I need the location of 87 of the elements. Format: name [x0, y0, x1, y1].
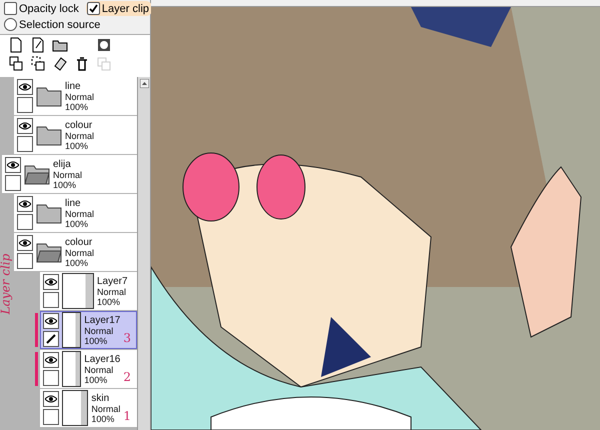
lock-toggle[interactable]: [43, 292, 59, 308]
option-control[interactable]: Opacity lock: [3, 1, 82, 16]
option-control[interactable]: Layer clip: [86, 1, 152, 16]
layer-row[interactable]: line Normal 100%: [14, 77, 137, 115]
eye-icon: [19, 200, 31, 208]
lock-toggle[interactable]: [5, 175, 21, 191]
blend-mode: Normal: [53, 170, 82, 180]
blend-mode: Normal: [65, 92, 94, 102]
folder-icon: [24, 163, 50, 185]
layer-opacity: 100%: [65, 102, 88, 112]
transfer-down-icon[interactable]: [8, 56, 24, 72]
eye-icon: [45, 395, 57, 403]
eraser-icon[interactable]: [52, 56, 68, 72]
eye-icon: [19, 239, 31, 247]
layer-name: line: [65, 80, 81, 92]
layer-name: colour: [65, 236, 92, 248]
layer-opacity: 100%: [65, 258, 88, 268]
layer-thumbnail: [62, 390, 88, 426]
visibility-toggle[interactable]: [43, 391, 59, 407]
visibility-toggle[interactable]: [17, 118, 33, 134]
checkmark-icon: [88, 4, 98, 13]
layer-opacity: 100%: [91, 414, 114, 424]
layer-name: Layer7: [97, 276, 128, 286]
merge-down-icon[interactable]: [30, 56, 46, 72]
lock-toggle[interactable]: [17, 136, 33, 152]
layer-name: Layer16: [84, 354, 120, 364]
handwritten-number: 1: [123, 409, 131, 423]
option-control[interactable]: Selection source: [3, 17, 104, 32]
new-layer-icon[interactable]: [8, 37, 24, 53]
pen-icon: [46, 334, 56, 344]
layer-row[interactable]: Layer7 Normal 100%: [40, 272, 137, 310]
mask-icon[interactable]: [96, 37, 112, 53]
scrollbar[interactable]: [137, 77, 150, 430]
eye-icon: [45, 278, 57, 286]
layer-name: line: [65, 198, 81, 208]
folder-icon: [36, 85, 62, 107]
lock-toggle[interactable]: [43, 370, 59, 386]
handwritten-number: 3: [123, 331, 131, 345]
layer-opacity: 100%: [65, 218, 88, 228]
layer-opacity: 100%: [84, 374, 108, 384]
layer-row[interactable]: elija Normal 100%: [2, 155, 137, 193]
eye-icon: [19, 83, 31, 91]
new-linework-icon[interactable]: [30, 37, 46, 53]
layer-thumbnail: [62, 312, 82, 348]
visibility-toggle[interactable]: [17, 235, 33, 251]
visibility-toggle[interactable]: [43, 313, 59, 329]
visibility-toggle[interactable]: [17, 196, 33, 212]
layer-opacity: 100%: [53, 180, 76, 190]
blend-mode: Normal: [65, 208, 94, 218]
layer-opacity: 100%: [84, 336, 108, 346]
lock-toggle[interactable]: [17, 97, 33, 113]
folder-icon: [36, 202, 62, 224]
blend-mode: Normal: [84, 364, 114, 374]
layer-row[interactable]: colour Normal 100%: [14, 233, 137, 271]
layer-row[interactable]: line Normal 100%: [14, 194, 137, 232]
eye-icon: [45, 317, 57, 325]
layer-name: colour: [65, 120, 92, 130]
visibility-toggle[interactable]: [43, 274, 59, 290]
lock-toggle[interactable]: [43, 331, 59, 347]
scroll-up-icon[interactable]: [140, 79, 148, 88]
visibility-toggle[interactable]: [5, 157, 21, 173]
blend-mode: Normal: [91, 404, 120, 414]
lock-toggle[interactable]: [17, 253, 33, 269]
layer-name: skin: [91, 392, 110, 404]
blend-mode: Normal: [65, 130, 94, 140]
eye-icon: [19, 122, 31, 130]
eye-icon: [45, 356, 57, 364]
layer-opacity: 100%: [65, 140, 88, 150]
folder-icon: [36, 241, 62, 263]
layer-row[interactable]: colour Normal 100%: [14, 116, 137, 154]
folder-icon: [36, 124, 62, 146]
layer-thumbnail: [62, 351, 82, 387]
lock-toggle[interactable]: [17, 214, 33, 230]
layer-name: Layer17: [84, 314, 120, 326]
blend-mode: Normal: [97, 286, 126, 296]
layer-opacity: 100%: [97, 296, 120, 306]
handwritten-number: 2: [123, 370, 131, 384]
handwritten-label: Layer clip: [0, 254, 12, 314]
layer-thumbnail: [62, 273, 94, 309]
lock-toggle[interactable]: [43, 409, 59, 425]
blend-mode: Normal: [84, 326, 114, 336]
trash-icon[interactable]: [74, 56, 90, 72]
blend-mode: Normal: [65, 248, 94, 258]
layer-name: elija: [53, 158, 71, 170]
visibility-toggle[interactable]: [17, 79, 33, 95]
visibility-toggle[interactable]: [43, 352, 59, 368]
eye-icon: [7, 161, 19, 169]
